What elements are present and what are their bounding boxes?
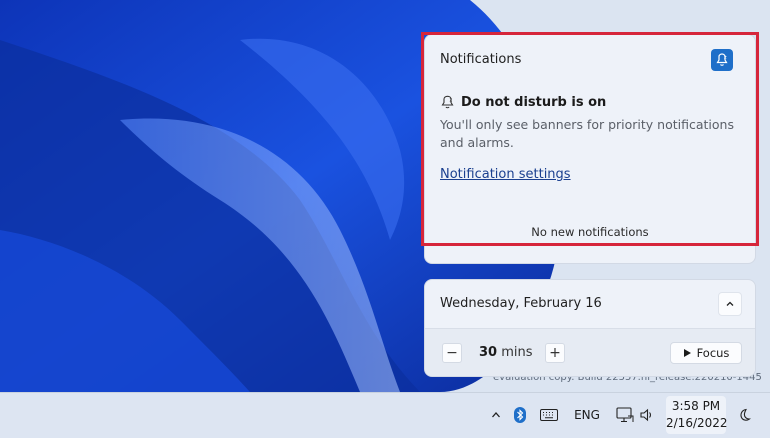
input-language-button[interactable]: ENG	[570, 405, 604, 425]
do-not-disturb-icon: z	[716, 53, 728, 66]
svg-text:z: z	[724, 55, 727, 61]
dnd-description: You'll only see banners for priority not…	[440, 117, 734, 150]
dnd-heading-text: Do not disturb is on	[461, 95, 607, 110]
bell-snooze-icon: z	[441, 95, 454, 109]
focus-assist-tray-button[interactable]	[734, 405, 754, 425]
clock-time: 3:58 PM	[671, 399, 721, 413]
touch-keyboard-button[interactable]	[538, 405, 560, 425]
chevron-up-icon	[726, 301, 734, 306]
show-hidden-icons-button[interactable]	[487, 405, 505, 425]
focus-duration: 30 mins	[479, 345, 533, 360]
no-notifications-text: No new notifications	[531, 225, 649, 239]
calendar-date: Wednesday, February 16	[440, 296, 602, 311]
chevron-up-icon	[492, 412, 500, 418]
keyboard-icon	[540, 409, 558, 421]
duration-unit: mins	[501, 345, 533, 360]
collapse-calendar-button[interactable]	[718, 292, 742, 316]
play-icon	[683, 349, 691, 357]
taskbar-clock[interactable]: 3:58 PM 2/16/2022	[666, 396, 728, 434]
clock-date: 2/16/2022	[666, 416, 728, 430]
focus-button-label: Focus	[696, 346, 730, 360]
notifications-panel: Notifications z z Do not disturb is on Y…	[424, 34, 756, 264]
decrease-duration-button[interactable]: −	[442, 343, 462, 363]
volume-button[interactable]	[638, 405, 656, 425]
focus-button[interactable]: Focus	[670, 342, 742, 364]
notification-settings-link[interactable]: Notification settings	[440, 167, 571, 182]
notifications-title: Notifications	[440, 52, 522, 67]
moon-icon	[740, 408, 751, 421]
increase-duration-button[interactable]: +	[545, 343, 565, 363]
duration-value: 30	[479, 345, 498, 360]
network-icon	[616, 407, 634, 423]
svg-text:z: z	[450, 98, 453, 104]
taskbar: ENG 3:58 PM 2/16/2022	[0, 392, 770, 438]
calendar-panel: Wednesday, February 16 − 30 mins + Focus	[424, 279, 756, 377]
focus-session-row: − 30 mins + Focus	[425, 329, 755, 376]
network-status-button[interactable]	[614, 405, 636, 425]
dnd-heading: z Do not disturb is on	[440, 95, 606, 110]
volume-icon	[640, 408, 652, 422]
bluetooth-icon	[514, 407, 526, 423]
bluetooth-tray-button[interactable]	[512, 405, 528, 425]
do-not-disturb-button[interactable]: z	[711, 49, 733, 71]
